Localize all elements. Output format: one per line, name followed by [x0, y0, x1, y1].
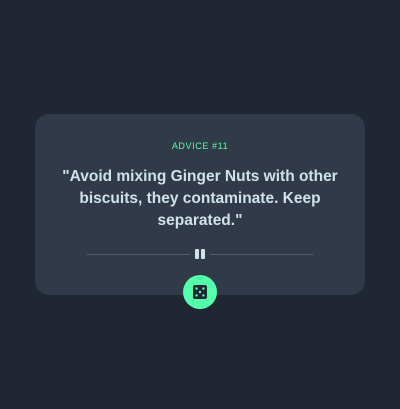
advice-number-label: ADVICE #11: [171, 141, 229, 151]
advice-quote: "Avoid mixing Ginger Nuts with other bis…: [62, 168, 338, 229]
generate-advice-button[interactable]: [183, 275, 217, 309]
pause-icon: [193, 249, 207, 259]
dice-icon: [193, 285, 207, 299]
advice-card: ADVICE #11 "Avoid mixing Ginger Nuts wit…: [35, 114, 365, 295]
pattern-divider: [87, 249, 313, 259]
divider-line-right: [210, 254, 313, 255]
divider-line-left: [87, 254, 190, 255]
